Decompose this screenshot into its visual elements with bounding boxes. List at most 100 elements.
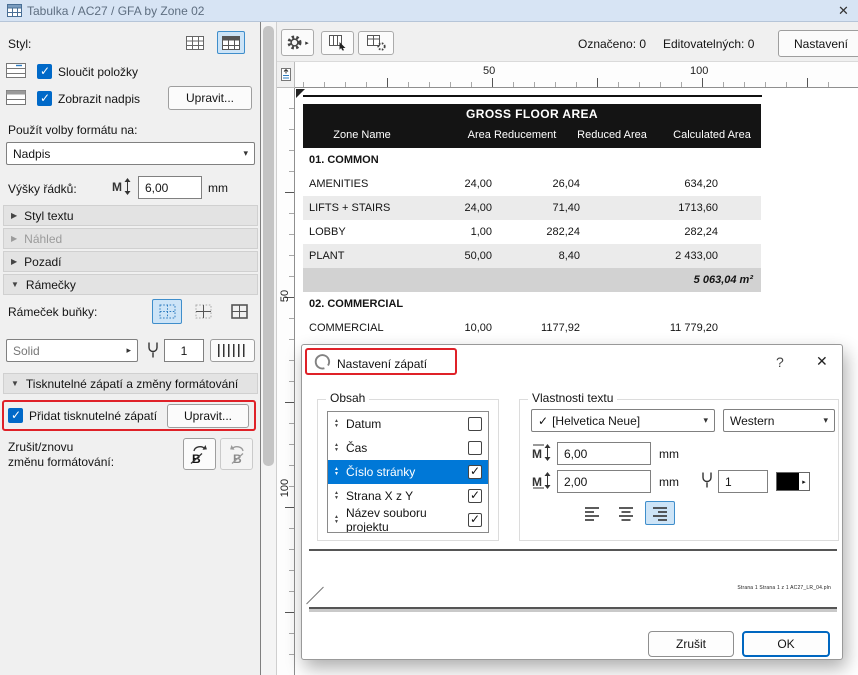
- footer-content-item[interactable]: ▲ ▼ Strana X z Y: [328, 484, 488, 508]
- window-title: Tabulka / AC27 / GFA by Zone 02: [27, 4, 205, 18]
- v-ruler-100: 100: [279, 478, 291, 498]
- app-window: Tabulka / AC27 / GFA by Zone 02 ✕ Styl: …: [0, 0, 858, 675]
- line-pattern-button[interactable]: [210, 339, 255, 362]
- apply-format-label: Použít volby formátu na:: [8, 123, 138, 137]
- footer-item-label: Číslo stránky: [345, 465, 416, 479]
- column-tool-button[interactable]: [321, 31, 354, 55]
- button-label: OK: [777, 637, 795, 651]
- section-background[interactable]: ▶ Pozadí: [3, 251, 258, 272]
- table-group-row[interactable]: 02. COMMERCIAL: [303, 292, 761, 316]
- row-height-input[interactable]: 6,00: [138, 176, 202, 199]
- pen-color-swatch[interactable]: ▸: [776, 472, 810, 491]
- table-settings-menu-button[interactable]: ▸: [281, 29, 314, 56]
- row-height-label: Výšky řádků:: [8, 182, 77, 196]
- footer-item-checkbox[interactable]: [468, 441, 482, 455]
- footer-content-item[interactable]: ▲ ▼ Datum: [328, 412, 488, 436]
- border-outer-icon: [230, 304, 248, 319]
- v-ruler: [277, 88, 295, 675]
- align-left-button[interactable]: [577, 501, 607, 525]
- sidebar-scrollbar-thumb[interactable]: [263, 26, 274, 466]
- dialog-ok-button[interactable]: OK: [742, 631, 830, 657]
- add-footer-checkbox[interactable]: [8, 408, 23, 423]
- font-select[interactable]: ✓ [Helvetica Neue] ▾: [531, 409, 715, 432]
- undo-format-icon: B: [188, 442, 212, 466]
- border-outer-button[interactable]: [224, 299, 254, 324]
- gfa-table[interactable]: GROSS FLOOR AREA Zone Name Area Reduceme…: [303, 104, 761, 340]
- style-grid-button[interactable]: [181, 31, 209, 54]
- footer-content-item[interactable]: ▲ ▼ Číslo stránky: [328, 460, 488, 484]
- show-header-checkbox[interactable]: [37, 91, 52, 106]
- input-value: 6,00: [564, 446, 588, 461]
- header-grid-icon: [222, 35, 240, 50]
- script-select[interactable]: Western ▾: [723, 409, 835, 432]
- format-target-select[interactable]: Nadpis ▾: [6, 142, 255, 165]
- ruler-corner[interactable]: [277, 62, 295, 88]
- text-size-icon: M: [531, 444, 552, 461]
- merge-items-label: Sloučit položky: [58, 65, 139, 79]
- section-borders[interactable]: ▼ Rámečky: [3, 274, 258, 295]
- merge-items-checkbox[interactable]: [37, 64, 52, 79]
- header-edit-button[interactable]: Upravit...: [168, 86, 252, 110]
- chevron-down-icon: ▾: [823, 415, 828, 425]
- section-footer[interactable]: ▼ Tisknutelné zápatí a změny formátování: [3, 373, 258, 394]
- chevron-right-icon: ▶: [11, 257, 18, 266]
- footer-item-checkbox[interactable]: [468, 417, 482, 431]
- window-table-icon: [7, 4, 22, 17]
- text-size-input[interactable]: 6,00: [557, 442, 651, 465]
- row-height-unit: mm: [208, 181, 228, 195]
- border-inner-button[interactable]: [188, 299, 218, 324]
- undo-format-button[interactable]: B: [183, 438, 216, 470]
- window-close-icon[interactable]: ✕: [838, 3, 849, 19]
- footer-pen-input[interactable]: 1: [718, 470, 768, 493]
- footer-preview: Strana 1 Strana 1 z 1 AC27_LR_04.pln: [309, 549, 837, 609]
- pen-weight-input[interactable]: 1: [164, 339, 204, 362]
- table-row[interactable]: PLANT 50,00 8,40 2 433,00: [303, 244, 761, 268]
- footer-item-label: Čas: [345, 441, 368, 455]
- table-row[interactable]: COMMERCIAL 10,00 1177,92 11 779,20: [303, 316, 761, 340]
- reorder-handle-icon[interactable]: ▲ ▼: [334, 443, 339, 453]
- merge-rows-icon: [6, 63, 26, 78]
- svg-text:M: M: [532, 475, 542, 489]
- footer-edit-button[interactable]: Upravit...: [167, 404, 249, 428]
- reorder-handle-icon[interactable]: ▲ ▼: [334, 419, 339, 429]
- section-label: Styl textu: [24, 208, 74, 223]
- table-group-row[interactable]: 01. COMMON: [303, 148, 761, 172]
- reorder-handle-icon[interactable]: ▲ ▼: [334, 491, 339, 501]
- line-spacing-input[interactable]: 2,00: [557, 470, 651, 493]
- align-right-button[interactable]: [645, 501, 675, 525]
- selected-value: [Helvetica Neue]: [552, 413, 641, 428]
- footer-content-item[interactable]: ▲ ▼ Čas: [328, 436, 488, 460]
- style-header-grid-button[interactable]: [217, 31, 245, 54]
- input-value: 2,00: [564, 474, 588, 489]
- pen-weight-icon: [146, 341, 160, 359]
- chevron-down-icon: ▼: [11, 280, 19, 289]
- footer-item-label: Název souboru projektu: [345, 506, 427, 533]
- dialog-help-button[interactable]: ?: [776, 354, 784, 370]
- chevron-down-icon: ▾: [243, 148, 248, 158]
- line-spacing-unit: mm: [659, 475, 679, 489]
- footer-content-list[interactable]: ▲▼ Datum ▲▼ Čas ▲▼ Číslo stránky ▲▼ Strana X z …: [327, 411, 489, 533]
- dialog-cancel-button[interactable]: Zrušit: [648, 631, 734, 657]
- reorder-handle-icon[interactable]: ▲ ▼: [334, 515, 339, 525]
- section-text-style[interactable]: ▶ Styl textu: [3, 205, 258, 226]
- table-row[interactable]: AMENITIES 24,00 26,04 634,20: [303, 172, 761, 196]
- table-row[interactable]: LIFTS + STAIRS 24,00 71,40 1713,60: [303, 196, 761, 220]
- dialog-close-button[interactable]: ✕: [816, 353, 828, 370]
- footer-item-checkbox[interactable]: [468, 464, 482, 479]
- scheme-settings-button[interactable]: [358, 31, 394, 55]
- flyout-arrow-icon: ▸: [802, 478, 806, 486]
- footer-item-checkbox[interactable]: [468, 512, 482, 527]
- border-all-button[interactable]: [152, 299, 182, 324]
- line-type-select[interactable]: Solid ▸: [6, 339, 138, 362]
- footer-item-checkbox[interactable]: [468, 488, 482, 503]
- align-center-button[interactable]: [611, 501, 641, 525]
- style-label: Styl:: [8, 37, 32, 51]
- undo-redo-label: Zrušit/znovu změnu formátování:: [8, 440, 114, 470]
- settings-button[interactable]: Nastavení: [778, 30, 858, 57]
- table-row[interactable]: LOBBY 1,00 282,24 282,24: [303, 220, 761, 244]
- chevron-down-icon: ▼: [11, 379, 19, 388]
- reorder-handle-icon[interactable]: ▲ ▼: [334, 467, 339, 477]
- footer-content-item[interactable]: ▲ ▼ Název souboru projektu: [328, 506, 488, 533]
- footer-item-label: Strana X z Y: [345, 489, 414, 503]
- table-gear-icon: [366, 35, 386, 51]
